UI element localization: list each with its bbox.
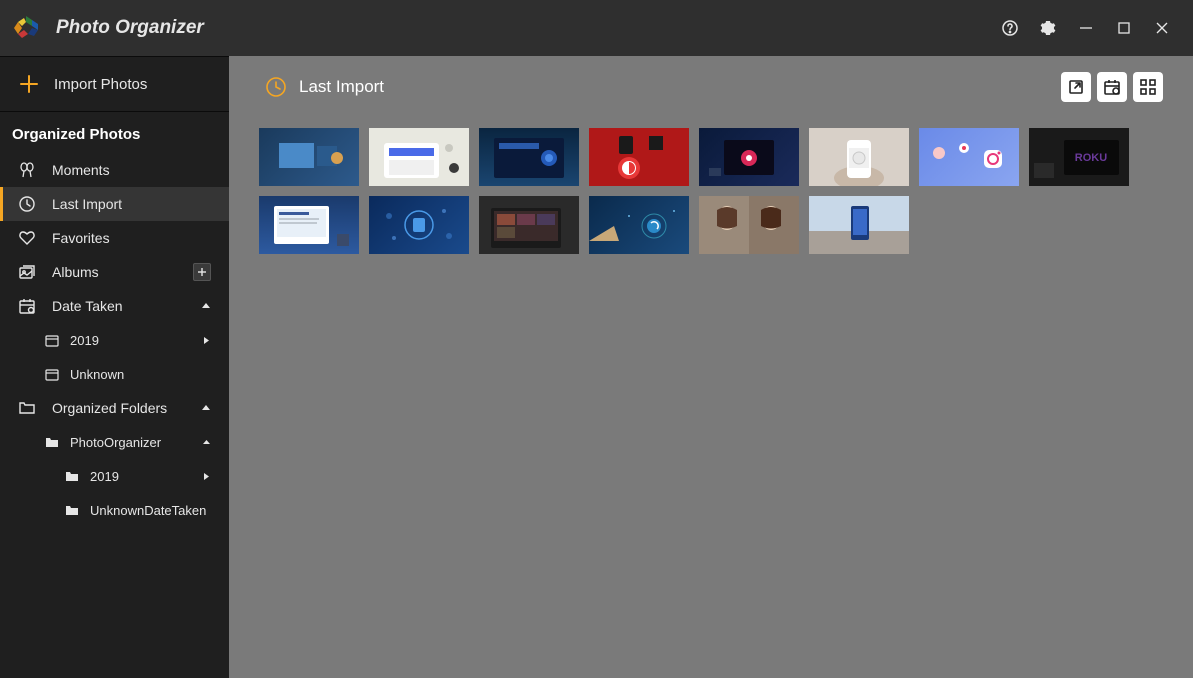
- sidebar-item-last-import[interactable]: Last Import: [0, 187, 229, 221]
- import-photos-button[interactable]: Import Photos: [0, 56, 229, 112]
- sidebar-section-title: Organized Photos: [0, 112, 229, 153]
- nav-label: Favorites: [52, 230, 211, 246]
- add-album-button[interactable]: [193, 263, 211, 281]
- photo-thumbnail[interactable]: [809, 196, 909, 254]
- clock-icon: [265, 76, 287, 98]
- sidebar-item-organized-folders[interactable]: Organized Folders: [0, 391, 229, 425]
- photo-thumbnail[interactable]: [479, 196, 579, 254]
- sidebar-subitem-folder-2019[interactable]: 2019: [0, 459, 229, 493]
- app-title: Photo Organizer: [56, 17, 204, 39]
- nav-label: Albums: [52, 264, 193, 280]
- sidebar-subitem-unknown[interactable]: Unknown: [0, 357, 229, 391]
- app-logo: [12, 14, 40, 42]
- titlebar: Photo Organizer: [0, 0, 1193, 56]
- sidebar-subitem-photoorganizer[interactable]: PhotoOrganizer: [0, 425, 229, 459]
- expand-right-icon: [203, 472, 211, 480]
- photo-thumbnail[interactable]: [589, 128, 689, 186]
- sidebar-item-date-taken[interactable]: Date Taken: [0, 289, 229, 323]
- photo-thumbnail[interactable]: [259, 196, 359, 254]
- albums-icon: [18, 263, 36, 281]
- photo-thumbnail[interactable]: [699, 196, 799, 254]
- collapse-icon: [201, 301, 211, 311]
- calendar-small-icon: [44, 332, 60, 348]
- content-title: Last Import: [299, 77, 384, 97]
- maximize-button[interactable]: [1105, 0, 1143, 56]
- photo-thumbnail[interactable]: [699, 128, 799, 186]
- calendar-small-icon: [44, 366, 60, 382]
- sidebar: Import Photos Organized Photos Moments L…: [0, 56, 229, 678]
- photo-thumbnail[interactable]: [809, 128, 909, 186]
- close-button[interactable]: [1143, 0, 1181, 56]
- sidebar-item-moments[interactable]: Moments: [0, 153, 229, 187]
- photo-thumbnail[interactable]: [369, 196, 469, 254]
- minimize-button[interactable]: [1067, 0, 1105, 56]
- help-button[interactable]: [991, 0, 1029, 56]
- photo-thumbnail[interactable]: [479, 128, 579, 186]
- plus-icon: [18, 73, 40, 95]
- calendar-view-button[interactable]: [1097, 72, 1127, 102]
- folder-icon: [44, 434, 60, 450]
- svg-text:ROKU: ROKU: [1075, 152, 1107, 164]
- calendar-icon: [18, 297, 36, 315]
- nav-label: Last Import: [52, 196, 211, 212]
- photo-thumbnail[interactable]: [589, 196, 689, 254]
- collapse-icon: [201, 403, 211, 413]
- sub-label: UnknownDateTaken: [90, 503, 229, 518]
- content-header: Last Import: [229, 56, 1193, 118]
- main-content: Last Import ROKU: [229, 56, 1193, 678]
- import-label: Import Photos: [54, 76, 147, 93]
- heart-icon: [18, 229, 36, 247]
- sub-label: 2019: [70, 333, 203, 348]
- folder-icon: [64, 502, 80, 518]
- folder-tree-icon: [18, 399, 36, 417]
- settings-button[interactable]: [1029, 0, 1067, 56]
- nav-label: Organized Folders: [52, 400, 201, 416]
- grid-view-button[interactable]: [1133, 72, 1163, 102]
- photo-thumbnail[interactable]: [369, 128, 469, 186]
- nav-label: Moments: [52, 162, 211, 178]
- sub-label: Unknown: [70, 367, 229, 382]
- sidebar-subitem-2019[interactable]: 2019: [0, 323, 229, 357]
- sub-label: 2019: [90, 469, 203, 484]
- photo-thumbnail[interactable]: [259, 128, 359, 186]
- sidebar-item-favorites[interactable]: Favorites: [0, 221, 229, 255]
- sub-label: PhotoOrganizer: [70, 435, 203, 450]
- sidebar-subitem-unknowndatetaken[interactable]: UnknownDateTaken: [0, 493, 229, 527]
- balloons-icon: [18, 161, 36, 179]
- photo-thumbnail[interactable]: [919, 128, 1019, 186]
- photo-grid: ROKU: [229, 118, 1193, 264]
- collapse-icon: [203, 438, 211, 446]
- folder-icon: [64, 468, 80, 484]
- photo-thumbnail[interactable]: ROKU: [1029, 128, 1129, 186]
- expand-right-icon: [203, 336, 211, 344]
- sidebar-item-albums[interactable]: Albums: [0, 255, 229, 289]
- clock-icon: [18, 195, 36, 213]
- nav-label: Date Taken: [52, 298, 201, 314]
- export-button[interactable]: [1061, 72, 1091, 102]
